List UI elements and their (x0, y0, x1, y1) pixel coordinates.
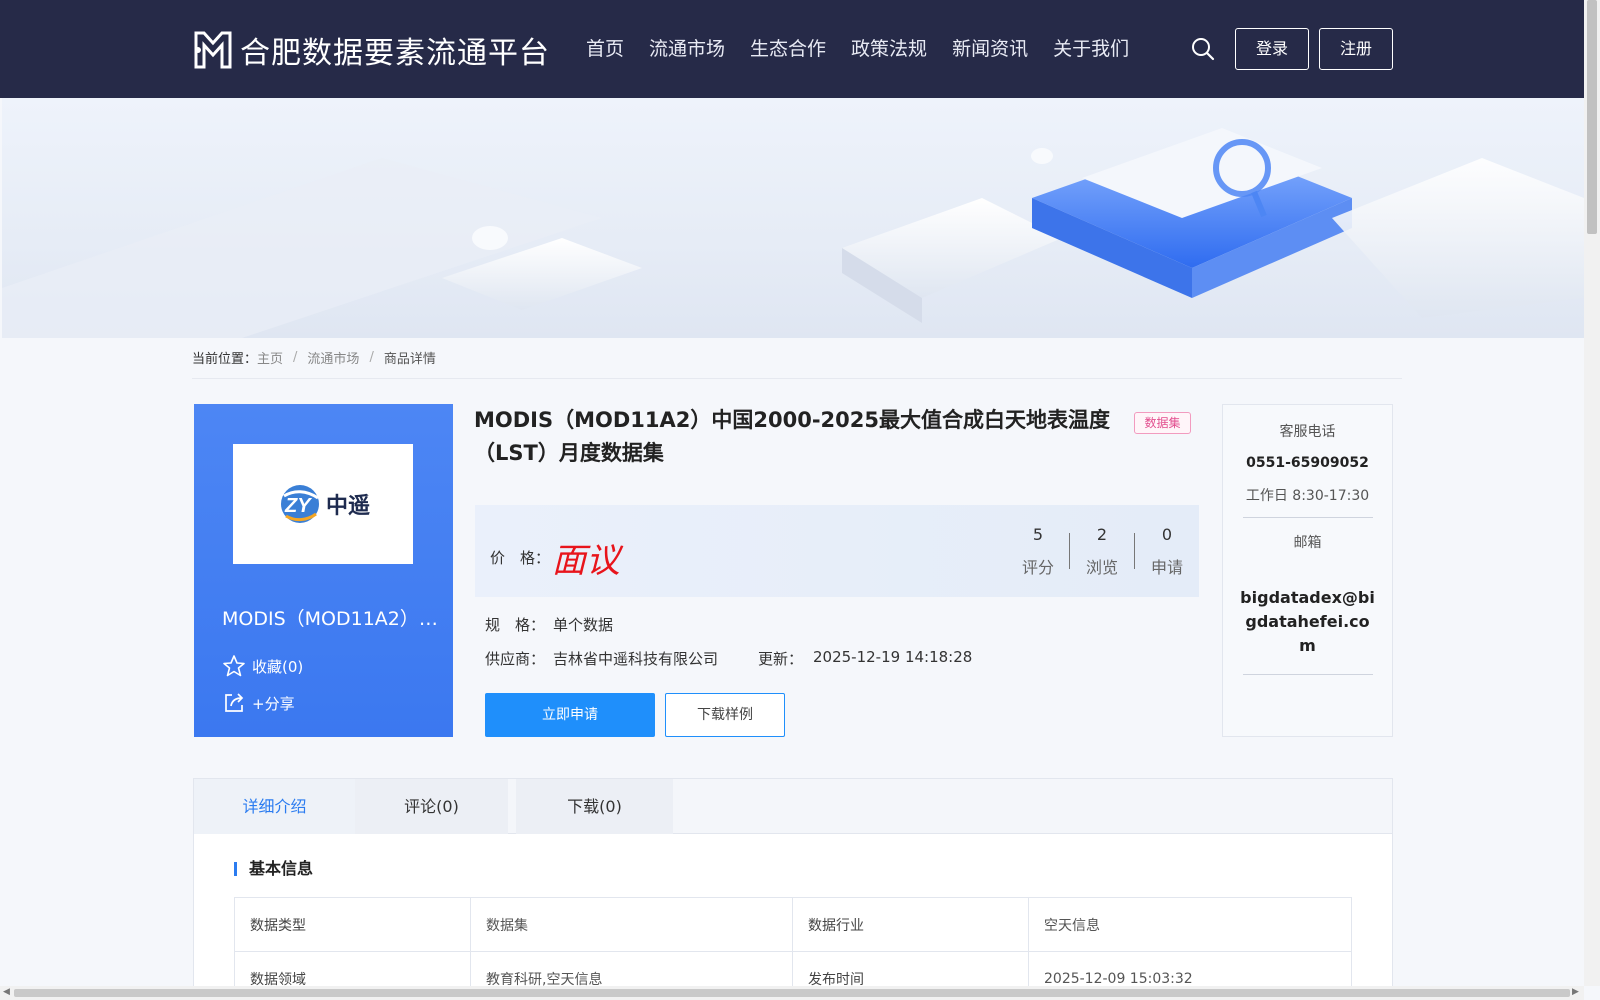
search-icon[interactable] (1190, 36, 1216, 62)
nav-policy[interactable]: 政策法规 (851, 34, 927, 61)
stat-applications-value: 0 (1161, 525, 1173, 544)
breadcrumb-home[interactable]: 主页 (257, 348, 283, 367)
site-logo[interactable]: 合肥数据要素流通平台 (192, 28, 550, 72)
nav-home[interactable]: 首页 (586, 34, 624, 61)
type-badge: 数据集 (1134, 412, 1191, 434)
price-label: 价 格： (490, 549, 551, 567)
hero-banner (2, 98, 1584, 338)
share-icon (225, 693, 244, 712)
table-row: 数据类型 数据集 数据行业 空天信息 (234, 897, 1352, 952)
price-value: 面议 (552, 541, 620, 581)
stat-divider (1069, 533, 1070, 569)
supplier-logo-text: 中遥 (325, 494, 370, 519)
main-nav: 首页 流通市场 生态合作 政策法规 新闻资讯 关于我们 (586, 34, 1154, 61)
vertical-scrollbar[interactable] (1584, 0, 1600, 986)
svg-text:ZY: ZY (284, 495, 312, 517)
share-label: +分享 (252, 694, 295, 713)
tab-downloads[interactable]: 下载(0) (516, 779, 673, 834)
tab-details[interactable]: 详细介绍 (194, 779, 355, 834)
stat-rating: 5 评分 (1008, 525, 1068, 578)
nav-market[interactable]: 流通市场 (649, 34, 725, 61)
tab-comments[interactable]: 评论(0) (355, 779, 508, 834)
basic-info-table: 数据类型 数据集 数据行业 空天信息 数据领域 教育科研,空天信息 发布时间 2… (234, 897, 1352, 1000)
customer-service-panel: 客服电话 0551-65909052 工作日 8:30-17:30 邮箱 big… (1222, 404, 1393, 737)
spec-row: 规 格： 单个数据 (485, 614, 613, 635)
breadcrumb-label: 当前位置： (192, 352, 258, 367)
horizontal-scrollbar[interactable]: ◀ ▶ (0, 986, 1584, 1000)
stat-applications: 0 申请 (1137, 525, 1197, 578)
updated-label: 更新： (758, 650, 804, 668)
nav-ecosystem[interactable]: 生态合作 (750, 34, 826, 61)
product-card: ZY 中遥 MODIS（MOD11A2）中国2000-2025最大值合成白天地表… (194, 404, 453, 737)
stat-divider (1134, 533, 1135, 569)
vertical-scrollbar-thumb[interactable] (1587, 0, 1597, 234)
favorite-label: 收藏(0) (252, 657, 304, 676)
top-header: 合肥数据要素流通平台 首页 流通市场 生态合作 政策法规 新闻资讯 关于我们 登… (0, 0, 1584, 98)
supplier-logo: ZY 中遥 (233, 444, 413, 564)
spec-label: 规 格： (485, 616, 546, 634)
detail-section: 详细介绍 评论(0) 下载(0) 基本信息 数据类型 数据集 数据行业 空天信息… (193, 778, 1393, 1000)
logo-mark-icon (194, 31, 232, 69)
banner-illustration (2, 128, 1584, 338)
breadcrumb-separator: / (293, 350, 298, 365)
table-cell: 数据集 (470, 897, 793, 952)
service-divider (1242, 517, 1373, 518)
table-cell: 数据行业 (792, 897, 1029, 952)
stat-rating-value: 5 (1032, 525, 1044, 544)
basic-info-title: 基本信息 (234, 861, 313, 877)
price-panel: 价 格： 面议 5 评分 2 浏览 0 申请 (475, 505, 1199, 597)
supplier-label: 供应商： (485, 650, 546, 668)
detail-tabbar: 详细介绍 评论(0) 下载(0) (194, 779, 1392, 834)
breadcrumb-market[interactable]: 流通市场 (307, 348, 359, 367)
service-divider (1242, 674, 1373, 675)
stat-views: 2 浏览 (1072, 525, 1132, 578)
favorite-button[interactable]: 收藏(0) (222, 654, 303, 678)
product-card-name: MODIS（MOD11A2）中国2000-2025最大值合成白天地表温度（LST… (222, 608, 440, 630)
service-mail-title: 邮箱 (1293, 535, 1322, 551)
stat-views-label: 浏览 (1085, 558, 1118, 577)
service-phone: 0551-65909052 (1246, 455, 1369, 471)
share-button[interactable]: +分享 (222, 691, 295, 715)
supplier-row: 供应商： 吉林省中遥科技有限公司 更新： 2025-12-19 14:18:28 (485, 648, 972, 669)
login-button[interactable]: 登录 (1235, 28, 1309, 70)
supplier-value: 吉林省中遥科技有限公司 (553, 650, 719, 668)
updated-value: 2025-12-19 14:18:28 (813, 648, 973, 666)
nav-news[interactable]: 新闻资讯 (952, 34, 1028, 61)
horizontal-scrollbar-thumb[interactable] (14, 989, 1570, 997)
nav-about[interactable]: 关于我们 (1053, 34, 1129, 61)
stat-rating-label: 评分 (1021, 558, 1054, 577)
register-button[interactable]: 注册 (1319, 28, 1393, 70)
service-hours: 工作日 8:30-17:30 (1245, 488, 1370, 504)
stat-views-value: 2 (1096, 525, 1108, 544)
star-icon (223, 655, 245, 677)
breadcrumb-separator: / (369, 350, 374, 365)
apply-now-button[interactable]: 立即申请 (485, 693, 655, 737)
breadcrumb: 当前位置： 主页 / 流通市场 / 商品详情 (192, 348, 436, 367)
scroll-left-arrow-icon[interactable]: ◀ (3, 987, 10, 997)
table-cell: 数据类型 (234, 897, 471, 952)
download-sample-button[interactable]: 下载样例 (665, 693, 785, 737)
table-cell: 空天信息 (1028, 897, 1352, 952)
site-title: 合肥数据要素流通平台 (240, 36, 550, 71)
service-mail[interactable]: bigdatadex@bigdatahefei.com (1223, 586, 1392, 658)
stat-applications-label: 申请 (1150, 558, 1183, 577)
product-title: MODIS（MOD11A2）中国2000-2025最大值合成白天地表温度（LST… (474, 408, 1110, 465)
breadcrumb-divider (192, 378, 1402, 379)
service-phone-title: 客服电话 (1279, 424, 1336, 440)
spec-value: 单个数据 (553, 616, 614, 634)
scroll-right-arrow-icon[interactable]: ▶ (1572, 987, 1579, 997)
breadcrumb-current: 商品详情 (383, 352, 436, 367)
globe-logo-icon: ZY (280, 485, 319, 523)
